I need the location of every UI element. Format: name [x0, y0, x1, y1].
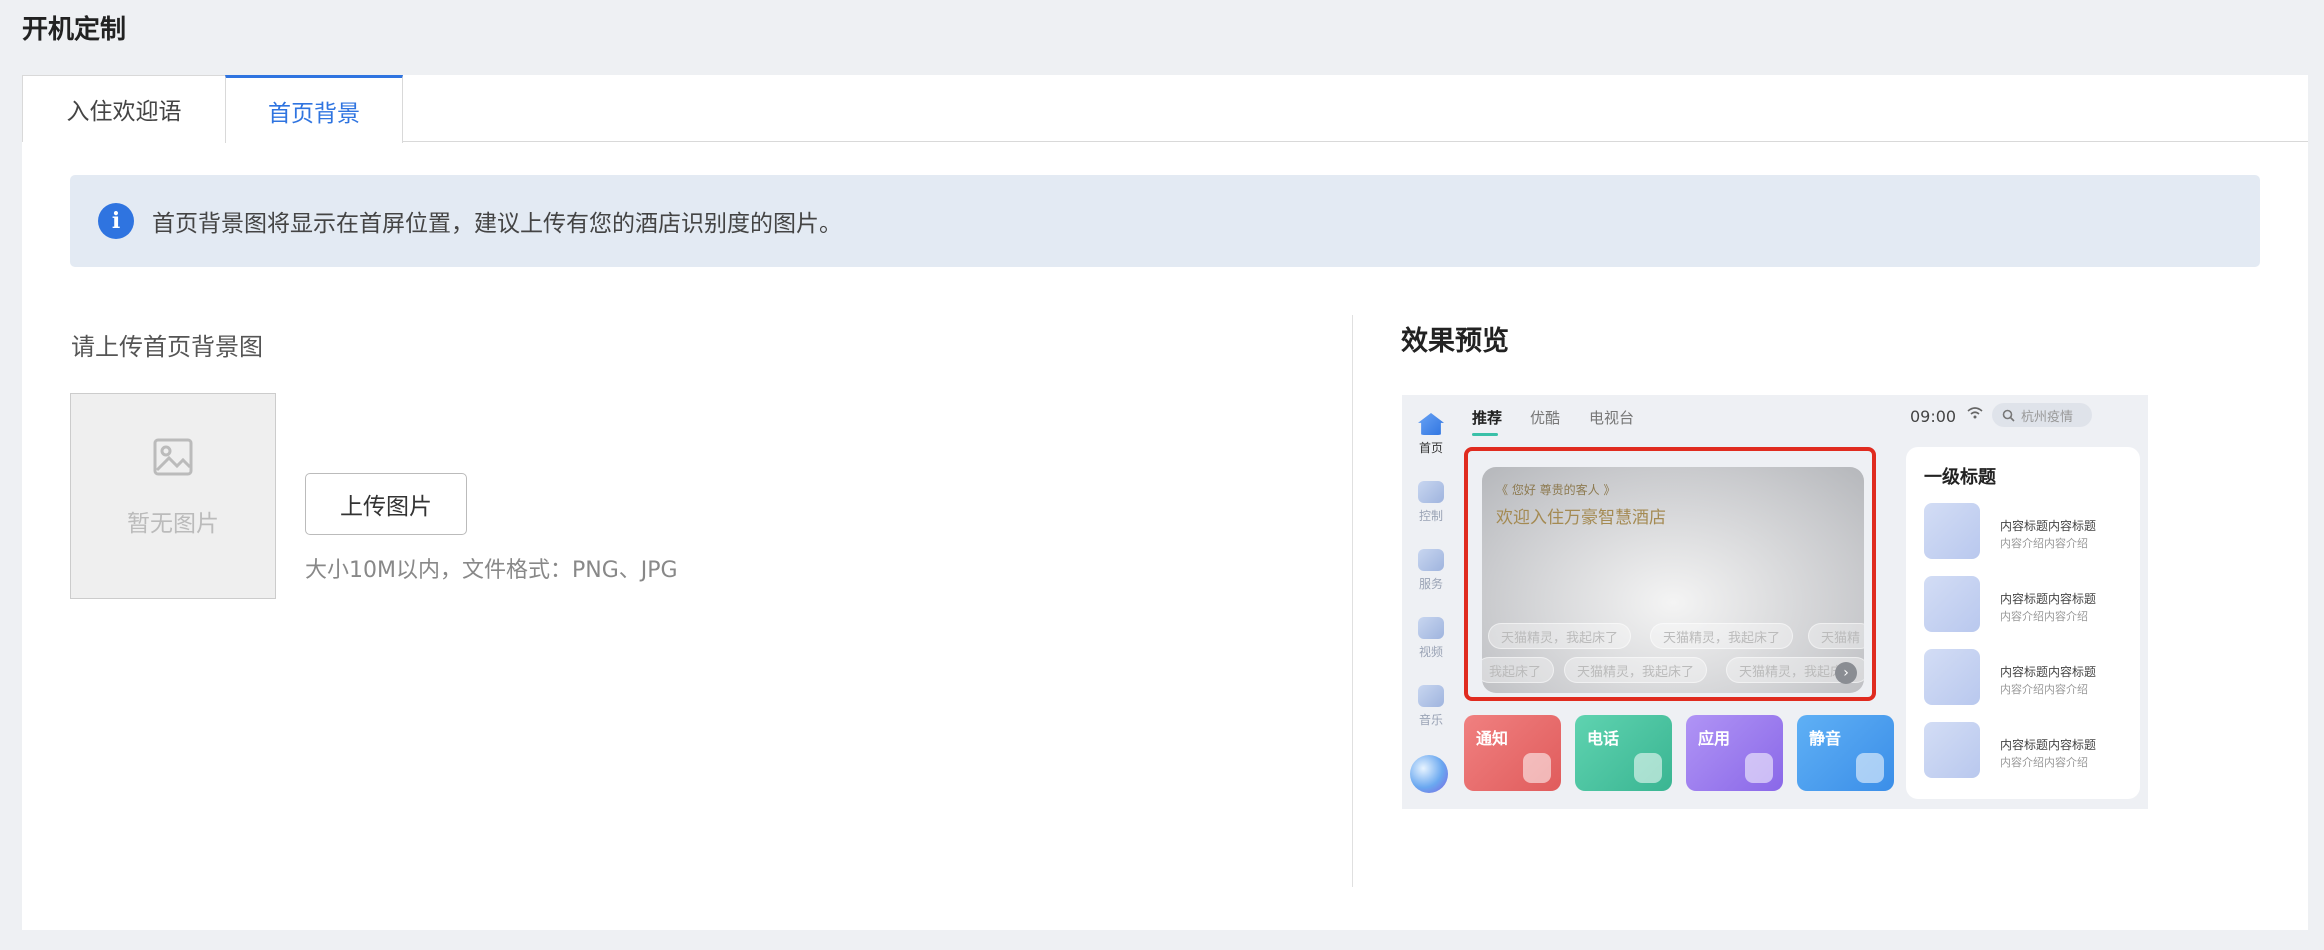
- preview-right-panel: 一级标题 内容标题内容标题 内容介绍内容介绍 内容标题内容标题 内容介绍内容介绍…: [1906, 447, 2140, 799]
- preview-tile-apps: 应用: [1686, 715, 1783, 791]
- preview-tile-mute: 静音: [1797, 715, 1894, 791]
- assistant-orb-icon: [1410, 755, 1448, 793]
- item-thumbnail: [1924, 722, 1980, 778]
- search-icon: [2002, 409, 2015, 422]
- image-placeholder: 暂无图片: [70, 393, 276, 599]
- item-thumbnail: [1924, 503, 1980, 559]
- item-desc: 内容介绍内容介绍: [2000, 537, 2088, 550]
- preview-nav-label: 音乐: [1418, 713, 1443, 727]
- item-title: 内容标题内容标题: [2000, 665, 2097, 679]
- preview-nav-home: 首页: [1402, 413, 1460, 456]
- tab-home-background[interactable]: 首页背景: [225, 75, 403, 143]
- panel-title: 一级标题: [1924, 467, 1996, 488]
- item-title: 内容标题内容标题: [2000, 519, 2097, 533]
- tile-label: 电话: [1587, 729, 1620, 748]
- video-icon: [1418, 617, 1444, 639]
- preview-nav-label: 首页: [1418, 441, 1443, 455]
- preview-tab-youku: 优酷: [1530, 409, 1561, 427]
- preview-nav-service: 服务: [1402, 549, 1460, 592]
- preview-sidebar: 首页 控制 服务 视频 音乐: [1402, 395, 1460, 809]
- list-item: 内容标题内容标题 内容介绍内容介绍: [1924, 722, 2134, 780]
- preview-tile-phone: 电话: [1575, 715, 1672, 791]
- service-icon: [1418, 549, 1444, 571]
- list-item: 内容标题内容标题 内容介绍内容介绍: [1924, 649, 2134, 707]
- notice-text: 首页背景图将显示在首屏位置，建议上传有您的酒店识别度的图片。: [152, 211, 842, 237]
- item-desc: 内容介绍内容介绍: [2000, 683, 2088, 696]
- preview-time: 09:00: [1910, 407, 1957, 426]
- control-icon: [1418, 481, 1444, 503]
- preview-nav-label: 控制: [1418, 509, 1443, 523]
- highlight-frame: [1464, 447, 1876, 701]
- tile-label: 通知: [1476, 729, 1509, 748]
- mic-icon: [1856, 753, 1884, 783]
- upload-hint: 大小10M以内，文件格式：PNG、JPG: [305, 558, 678, 583]
- item-desc: 内容介绍内容介绍: [2000, 610, 2088, 623]
- upload-label: 请上传首页背景图: [71, 333, 263, 361]
- preview-tab-underline: [1472, 433, 1498, 436]
- preview-nav-control: 控制: [1402, 481, 1460, 524]
- preview-search-text: 杭州疫情: [2021, 409, 2074, 425]
- preview-nav-label: 服务: [1418, 577, 1443, 591]
- tab-bar: 入住欢迎语 首页背景: [22, 75, 2308, 143]
- wifi-icon: [1967, 407, 1983, 423]
- preview-tab-tv: 电视台: [1589, 409, 1635, 427]
- preview-tile-notice: 通知: [1464, 715, 1561, 791]
- placeholder-text: 暂无图片: [127, 511, 219, 537]
- upload-image-button[interactable]: 上传图片: [305, 473, 467, 535]
- list-item: 内容标题内容标题 内容介绍内容介绍: [1924, 576, 2134, 634]
- home-icon: [1418, 413, 1444, 435]
- bell-icon: [1523, 753, 1551, 783]
- preview-tab-recommend: 推荐: [1472, 409, 1503, 427]
- tab-welcome-message[interactable]: 入住欢迎语: [22, 75, 226, 142]
- preview-title: 效果预览: [1401, 326, 1509, 357]
- item-thumbnail: [1924, 649, 1980, 705]
- tile-label: 应用: [1698, 729, 1731, 748]
- page-title: 开机定制: [22, 15, 127, 45]
- item-title: 内容标题内容标题: [2000, 738, 2097, 752]
- preview-nav-music: 音乐: [1402, 685, 1460, 728]
- preview-nav-video: 视频: [1402, 617, 1460, 660]
- list-item: 内容标题内容标题 内容介绍内容介绍: [1924, 503, 2134, 561]
- preview-search: 杭州疫情: [1992, 403, 2092, 427]
- image-icon: [153, 438, 193, 476]
- item-desc: 内容介绍内容介绍: [2000, 756, 2088, 769]
- tile-label: 静音: [1809, 729, 1842, 748]
- column-divider: [1352, 315, 1353, 887]
- item-thumbnail: [1924, 576, 1980, 632]
- info-notice: i 首页背景图将显示在首屏位置，建议上传有您的酒店识别度的图片。: [70, 175, 2260, 267]
- main-card: 入住欢迎语 首页背景 i 首页背景图将显示在首屏位置，建议上传有您的酒店识别度的…: [22, 75, 2308, 930]
- apps-icon: [1745, 753, 1773, 783]
- phone-icon: [1634, 753, 1662, 783]
- preview-nav-label: 视频: [1418, 645, 1443, 659]
- item-title: 内容标题内容标题: [2000, 592, 2097, 606]
- info-icon: i: [98, 203, 134, 239]
- preview-screen: 首页 控制 服务 视频 音乐 推荐 优酷 电视台 09:00 杭州疫情 《 您好…: [1402, 395, 2148, 809]
- music-icon: [1418, 685, 1444, 707]
